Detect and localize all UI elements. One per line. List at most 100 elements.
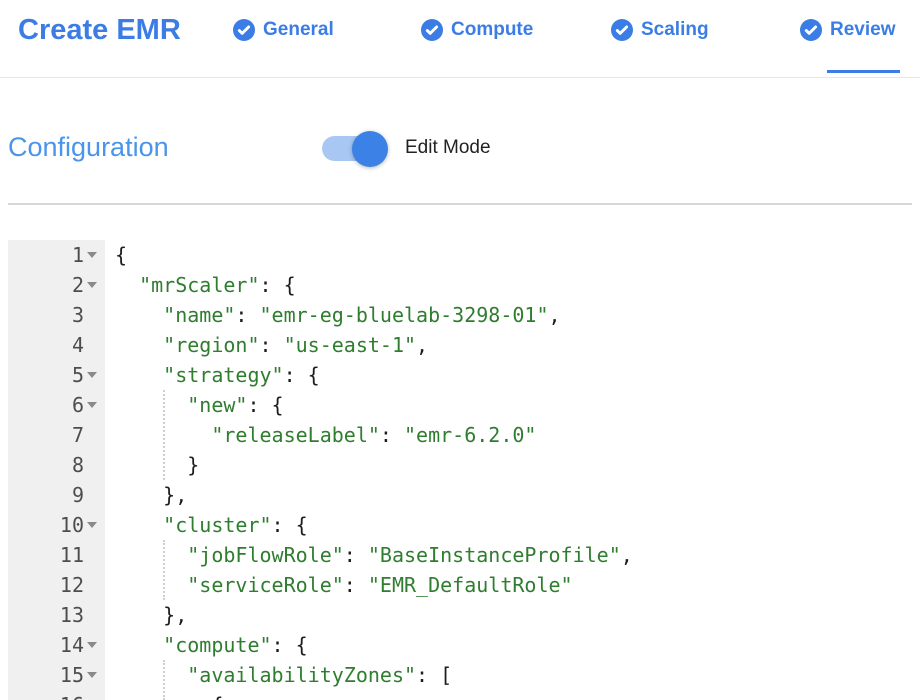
gutter-cell: 5 xyxy=(8,360,105,390)
editor-line[interactable]: 3 "name": "emr-eg-bluelab-3298-01", xyxy=(8,300,920,330)
line-number: 3 xyxy=(72,303,84,327)
code-text[interactable]: } xyxy=(105,450,199,480)
editor-line[interactable]: 8 } xyxy=(8,450,920,480)
line-number: 6 xyxy=(72,393,84,417)
line-number: 12 xyxy=(60,573,84,597)
editor-line[interactable]: 16 { xyxy=(8,690,920,700)
section-title: Configuration xyxy=(8,132,169,163)
indent-guide xyxy=(163,540,165,600)
line-number: 14 xyxy=(60,633,84,657)
gutter-cell: 15 xyxy=(8,660,105,690)
editor-line[interactable]: 7 "releaseLabel": "emr-6.2.0" xyxy=(8,420,920,450)
fold-arrow-icon[interactable] xyxy=(84,480,100,510)
gutter-cell: 16 xyxy=(8,690,105,700)
editor-line[interactable]: 6 "new": { xyxy=(8,390,920,420)
line-number: 11 xyxy=(60,543,84,567)
fold-arrow-icon[interactable] xyxy=(84,600,100,630)
line-number: 13 xyxy=(60,603,84,627)
wizard-step[interactable]: Scaling xyxy=(611,19,709,41)
fold-arrow-icon[interactable] xyxy=(84,300,100,330)
gutter-cell: 7 xyxy=(8,420,105,450)
fold-arrow-icon[interactable] xyxy=(84,330,100,360)
code-text[interactable]: }, xyxy=(105,600,187,630)
code-text[interactable]: "name": "emr-eg-bluelab-3298-01", xyxy=(105,300,561,330)
fold-arrow-icon[interactable] xyxy=(84,420,100,450)
create-emr-page: Create EMR General Compute Scaling xyxy=(0,0,920,700)
code-text[interactable]: "region": "us-east-1", xyxy=(105,330,428,360)
code-text[interactable]: "compute": { xyxy=(105,630,308,660)
gutter-cell: 14 xyxy=(8,630,105,660)
editor-line[interactable]: 14 "compute": { xyxy=(8,630,920,660)
gutter-cell: 9 xyxy=(8,480,105,510)
editor-line[interactable]: 5 "strategy": { xyxy=(8,360,920,390)
divider xyxy=(8,203,912,205)
code-text[interactable]: }, xyxy=(105,480,187,510)
editor-line[interactable]: 4 "region": "us-east-1", xyxy=(8,330,920,360)
code-text[interactable]: "cluster": { xyxy=(105,510,308,540)
editor-line[interactable]: 12 "serviceRole": "EMR_DefaultRole" xyxy=(8,570,920,600)
line-number: 1 xyxy=(72,243,84,267)
wizard-step[interactable]: General xyxy=(233,19,334,41)
code-text[interactable]: "jobFlowRole": "BaseInstanceProfile", xyxy=(105,540,633,570)
editor-line[interactable]: 9 }, xyxy=(8,480,920,510)
toggle-knob xyxy=(352,131,388,167)
code-text[interactable]: "strategy": { xyxy=(105,360,320,390)
gutter-cell: 13 xyxy=(8,600,105,630)
check-circle-icon xyxy=(233,19,255,41)
fold-arrow-icon[interactable] xyxy=(84,360,100,390)
gutter-cell: 11 xyxy=(8,540,105,570)
editor-line[interactable]: 2 "mrScaler": { xyxy=(8,270,920,300)
fold-arrow-icon[interactable] xyxy=(84,660,100,690)
wizard-header: Create EMR General Compute Scaling xyxy=(0,0,920,78)
fold-arrow-icon[interactable] xyxy=(84,690,100,700)
code-text[interactable]: "releaseLabel": "emr-6.2.0" xyxy=(105,420,536,450)
fold-arrow-icon[interactable] xyxy=(84,390,100,420)
code-text[interactable]: { xyxy=(105,240,127,270)
gutter-cell: 2 xyxy=(8,270,105,300)
editor-line[interactable]: 15 "availabilityZones": [ xyxy=(8,660,920,690)
code-text[interactable]: "new": { xyxy=(105,390,284,420)
fold-arrow-icon[interactable] xyxy=(84,630,100,660)
fold-arrow-icon[interactable] xyxy=(84,510,100,540)
editor-line[interactable]: 13 }, xyxy=(8,600,920,630)
wizard-step[interactable]: Compute xyxy=(421,19,533,41)
indent-guide xyxy=(163,660,165,700)
gutter-cell: 12 xyxy=(8,570,105,600)
line-number: 5 xyxy=(72,363,84,387)
check-circle-icon xyxy=(611,19,633,41)
code-text[interactable]: "availabilityZones": [ xyxy=(105,660,452,690)
gutter-cell: 6 xyxy=(8,390,105,420)
fold-arrow-icon[interactable] xyxy=(84,540,100,570)
line-number: 8 xyxy=(72,453,84,477)
fold-arrow-icon[interactable] xyxy=(84,450,100,480)
line-number: 4 xyxy=(72,333,84,357)
gutter-cell: 3 xyxy=(8,300,105,330)
fold-arrow-icon[interactable] xyxy=(84,570,100,600)
editor-line[interactable]: 1 { xyxy=(8,240,920,270)
fold-arrow-icon[interactable] xyxy=(84,270,100,300)
gutter-cell: 1 xyxy=(8,240,105,270)
wizard-steps: General Compute Scaling Review xyxy=(0,0,920,77)
line-number: 2 xyxy=(72,273,84,297)
line-number: 16 xyxy=(60,693,84,700)
edit-mode-label: Edit Mode xyxy=(405,137,491,159)
step-label: General xyxy=(263,19,334,41)
fold-arrow-icon[interactable] xyxy=(84,240,100,270)
code-text[interactable]: "serviceRole": "EMR_DefaultRole" xyxy=(105,570,573,600)
line-number: 9 xyxy=(72,483,84,507)
gutter-cell: 10 xyxy=(8,510,105,540)
step-label: Scaling xyxy=(641,19,709,41)
step-label: Review xyxy=(830,19,895,41)
check-circle-icon xyxy=(800,19,822,41)
step-label: Compute xyxy=(451,19,533,41)
gutter-cell: 4 xyxy=(8,330,105,360)
wizard-step[interactable]: Review xyxy=(800,19,895,41)
edit-mode-toggle[interactable] xyxy=(322,129,390,169)
code-text[interactable]: "mrScaler": { xyxy=(105,270,296,300)
json-editor[interactable]: 1 { 2 "mrScaler": { 3 "name": "emr-eg-bl… xyxy=(8,240,920,700)
line-number: 10 xyxy=(60,513,84,537)
editor-line[interactable]: 10 "cluster": { xyxy=(8,510,920,540)
editor-line[interactable]: 11 "jobFlowRole": "BaseInstanceProfile", xyxy=(8,540,920,570)
check-circle-icon xyxy=(421,19,443,41)
gutter-cell: 8 xyxy=(8,450,105,480)
